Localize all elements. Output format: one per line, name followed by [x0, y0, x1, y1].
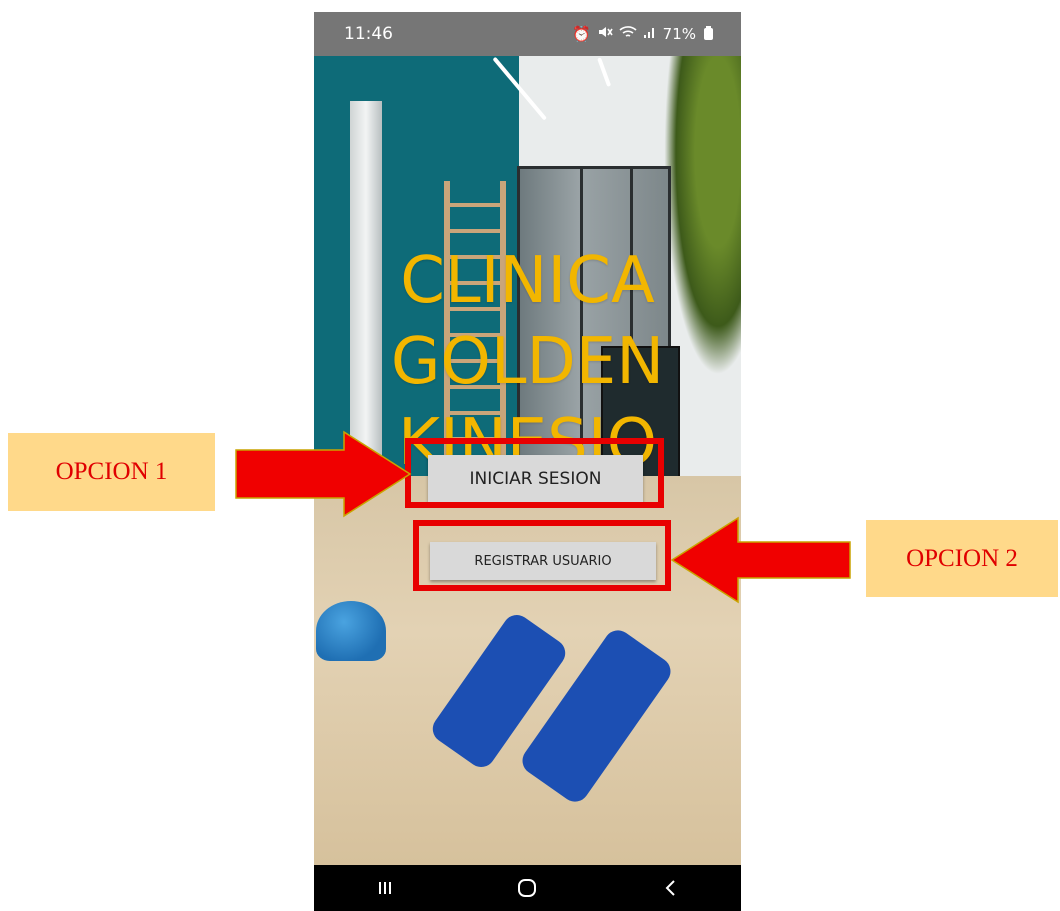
- home-icon[interactable]: [507, 868, 547, 908]
- title-line-2: GOLDEN: [390, 324, 665, 399]
- mute-icon: [597, 25, 613, 43]
- option1-label-text: OPCION 1: [55, 458, 168, 485]
- option1-arrow: [235, 430, 412, 518]
- wifi-icon: [619, 25, 637, 43]
- alarm-icon: ⏰: [571, 25, 591, 43]
- option1-label: OPCION 1: [8, 433, 215, 511]
- status-time: 11:46: [344, 24, 393, 44]
- navigation-bar: [314, 865, 741, 911]
- option2-label: OPCION 2: [866, 520, 1058, 597]
- status-icons: ⏰ 71%: [572, 25, 713, 43]
- recent-apps-icon[interactable]: [365, 868, 405, 908]
- balance-ball: [316, 601, 386, 661]
- option1-highlight: [405, 438, 664, 508]
- signal-icon: [643, 25, 657, 43]
- option2-highlight: [413, 520, 671, 591]
- option2-label-text: OPCION 2: [906, 544, 1018, 572]
- title-line-1: CLINICA: [400, 243, 655, 318]
- option2-arrow: [670, 516, 851, 604]
- back-icon[interactable]: [650, 868, 690, 908]
- battery-icon: [704, 26, 713, 40]
- status-bar: 11:46 ⏰ 71%: [314, 12, 741, 56]
- battery-percent: 71%: [662, 25, 696, 43]
